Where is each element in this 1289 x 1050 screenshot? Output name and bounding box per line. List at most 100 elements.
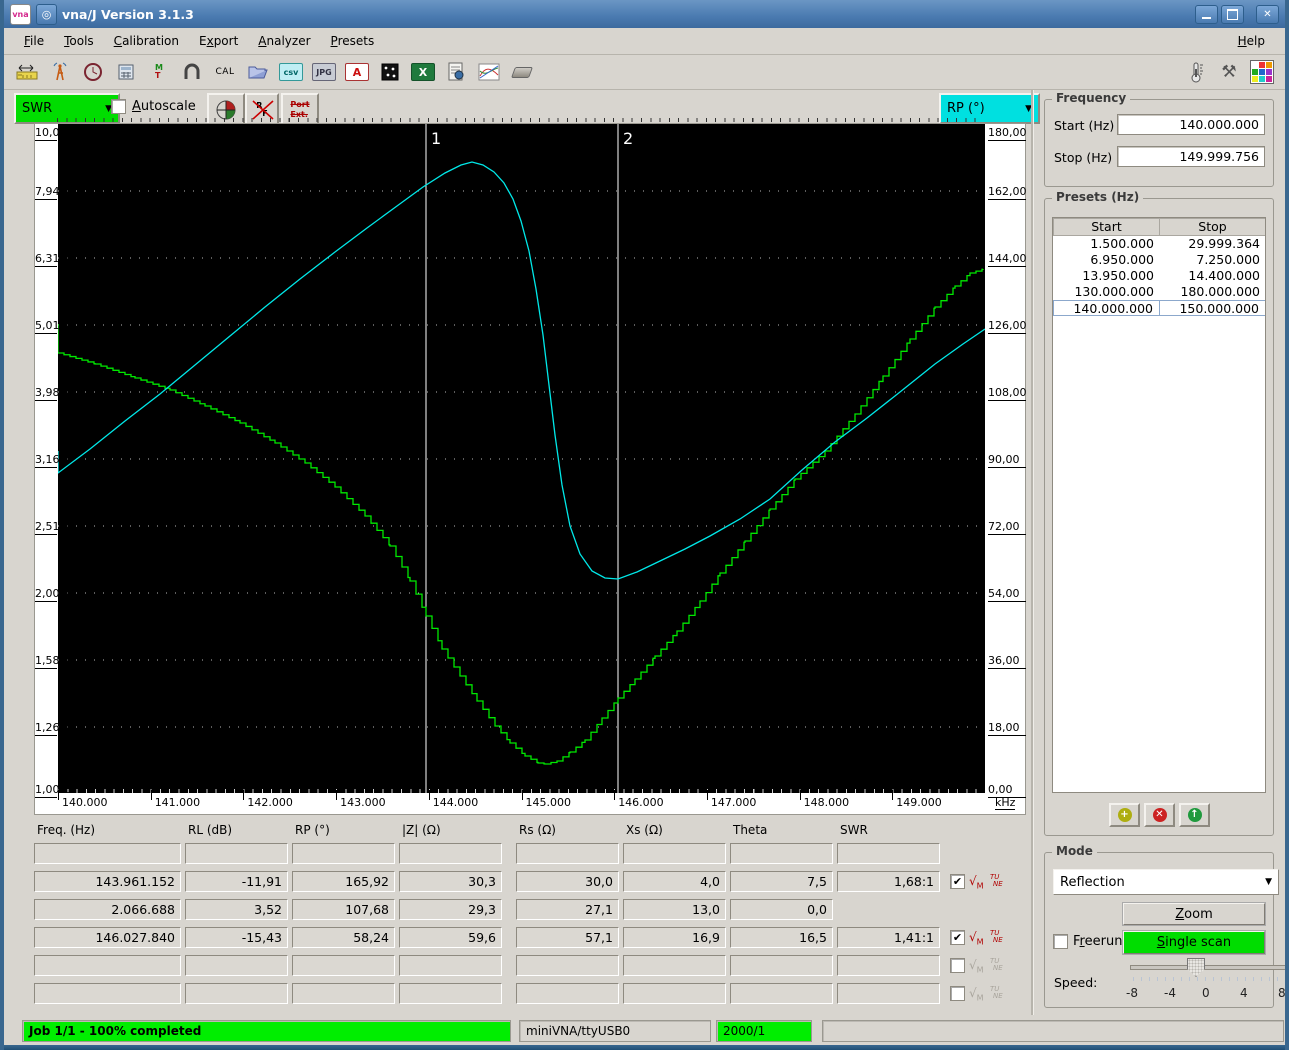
cal-icon[interactable]: CAL: [212, 60, 238, 84]
report-icon[interactable]: [443, 60, 469, 84]
delete-icon: ✕: [1152, 808, 1167, 822]
presets-table[interactable]: Start Stop 1.500.000 29.999.364 6.950.000 7.2…: [1052, 217, 1266, 793]
menu-item-export[interactable]: Export: [189, 31, 248, 51]
marker-value-field: [185, 983, 288, 1004]
right-axis-tick-label: 126,00: [988, 319, 1027, 334]
maximize-button[interactable]: [1221, 4, 1244, 24]
preset-delete-button[interactable]: ✕: [1144, 803, 1175, 827]
preset-add-button[interactable]: +: [1109, 803, 1140, 827]
marker-value-field: 59,6: [399, 927, 502, 948]
marker-enable-checkbox[interactable]: ✔: [950, 930, 965, 945]
preset-cell[interactable]: 140.000.000: [1053, 300, 1160, 316]
x-axis-tick-label: 143.000: [340, 796, 386, 809]
x-axis-tick: [892, 790, 894, 800]
preset-cell[interactable]: 6.950.000: [1053, 252, 1160, 268]
preset-cell[interactable]: 1.500.000: [1053, 236, 1160, 252]
csv-export-icon[interactable]: csv: [278, 60, 304, 84]
marker-tune-icon[interactable]: TU NE: [990, 930, 1003, 944]
freerun-control[interactable]: Freerun: [1053, 934, 1122, 949]
mode-dropdown[interactable]: Reflection ▼: [1053, 869, 1279, 895]
marker-enable-checkbox[interactable]: [950, 986, 965, 1001]
generator-icon[interactable]: MT: [146, 60, 172, 84]
clock-icon[interactable]: [80, 60, 106, 84]
marker-column-header: RL (dB): [188, 823, 233, 837]
marker-number-label: 2: [623, 129, 633, 148]
menu-item-presets[interactable]: Presets: [321, 31, 385, 51]
zoom-button[interactable]: Zoom: [1123, 903, 1265, 925]
stop-frequency-input[interactable]: 149.999.756: [1117, 146, 1265, 167]
jpg-export-icon[interactable]: JPG: [311, 60, 337, 84]
titlebar[interactable]: vna ◎ vna/J Version 3.1.3 ✕: [4, 0, 1285, 28]
tools-icon[interactable]: ⚒: [1216, 60, 1242, 84]
marker-enable-checkbox[interactable]: [950, 958, 965, 973]
x-axis-tick-label: 149.000: [896, 796, 942, 809]
marker-value-field: 7,5: [730, 871, 833, 892]
eraser-icon[interactable]: [509, 60, 535, 84]
label-part: resets: [337, 34, 375, 48]
right-axis-tick-label: 36,00: [988, 654, 1026, 669]
menu-items: File Tools Calibration Export Analyzer Preset…: [14, 31, 384, 51]
marker-tune-icon[interactable]: TU NE: [990, 986, 1003, 1000]
menu-item-tools[interactable]: Tools: [54, 31, 104, 51]
pdf-export-icon[interactable]: A: [344, 60, 370, 84]
marker-value-field: 30,3: [399, 871, 502, 892]
x-axis-tick: [336, 790, 338, 800]
start-frequency-input[interactable]: 140.000.000: [1117, 114, 1265, 135]
marker-value-field: [837, 983, 940, 1004]
x-axis-tick-label: 142.000: [247, 796, 293, 809]
marker-tune-icon[interactable]: TU NE: [990, 874, 1003, 888]
marker-column-header: Rs (Ω): [519, 823, 556, 837]
menu-item-analyzer[interactable]: Analyzer: [248, 31, 320, 51]
marker-math-icon[interactable]: √M: [969, 931, 984, 946]
preset-up-button[interactable]: ↑: [1179, 803, 1210, 827]
marker-math-icon[interactable]: √M: [969, 959, 984, 974]
right-axis-tick-label: 162,00: [988, 185, 1027, 200]
speed-slider-thumb[interactable]: [1187, 958, 1205, 977]
preset-cell[interactable]: 14.400.000: [1159, 268, 1265, 284]
thermometer-icon[interactable]: [1183, 60, 1209, 84]
marker-enable-checkbox[interactable]: ✔: [950, 874, 965, 889]
antenna-icon[interactable]: [47, 60, 73, 84]
chart-icon[interactable]: [476, 60, 502, 84]
preset-cell[interactable]: 130.000.000: [1053, 284, 1160, 300]
open-folder-icon[interactable]: [245, 60, 271, 84]
marker-value-field: 57,1: [516, 927, 619, 948]
marker-value-field: [185, 843, 288, 864]
preset-cell[interactable]: 150.000.000: [1159, 300, 1265, 316]
excel-export-icon[interactable]: X: [410, 60, 436, 84]
preset-cell[interactable]: 13.950.000: [1053, 268, 1160, 284]
speed-slider-track[interactable]: [1130, 965, 1285, 970]
menu-help[interactable]: Help: [1228, 31, 1275, 51]
marker-value-field: 107,68: [292, 899, 395, 920]
marker-tune-icon[interactable]: TU NE: [990, 958, 1003, 972]
magnet-icon[interactable]: [179, 60, 205, 84]
x-axis-tick: [799, 790, 801, 800]
measure-icon[interactable]: [14, 60, 40, 84]
minimize-button[interactable]: [1195, 4, 1218, 24]
menubar: File Tools Calibration Export Analyzer Preset…: [4, 28, 1285, 55]
marker-value-field: 13,0: [623, 899, 726, 920]
freerun-checkbox[interactable]: [1053, 934, 1068, 949]
preset-cell[interactable]: 180.000.000: [1159, 284, 1265, 300]
close-button[interactable]: ✕: [1256, 4, 1279, 24]
palette-icon[interactable]: [1249, 60, 1275, 84]
menu-item-calibration[interactable]: Calibration: [104, 31, 189, 51]
autoscale-control[interactable]: Autoscale: [111, 99, 196, 114]
menu-item-file[interactable]: File: [14, 31, 54, 51]
marker-math-icon[interactable]: √M: [969, 875, 984, 890]
marker-math-icon[interactable]: √M: [969, 987, 984, 1002]
calculator-icon[interactable]: [113, 60, 139, 84]
speed-slider-ticks: [1133, 977, 1285, 981]
plot-canvas[interactable]: 12: [57, 124, 986, 793]
single-scan-button[interactable]: Single scan: [1123, 931, 1265, 954]
marker-value-field: 165,92: [292, 871, 395, 892]
preset-cell[interactable]: 7.250.000: [1159, 252, 1265, 268]
marker-value-field: [34, 955, 181, 976]
preset-cell[interactable]: 29.999.364: [1159, 236, 1265, 252]
autoscale-checkbox[interactable]: [111, 99, 126, 114]
marker-value-field: -15,43: [185, 927, 288, 948]
marker-value-field: [623, 843, 726, 864]
speed-tick-label: -8: [1126, 986, 1138, 1000]
dice-icon[interactable]: [377, 60, 403, 84]
marker-value-field: [516, 955, 619, 976]
